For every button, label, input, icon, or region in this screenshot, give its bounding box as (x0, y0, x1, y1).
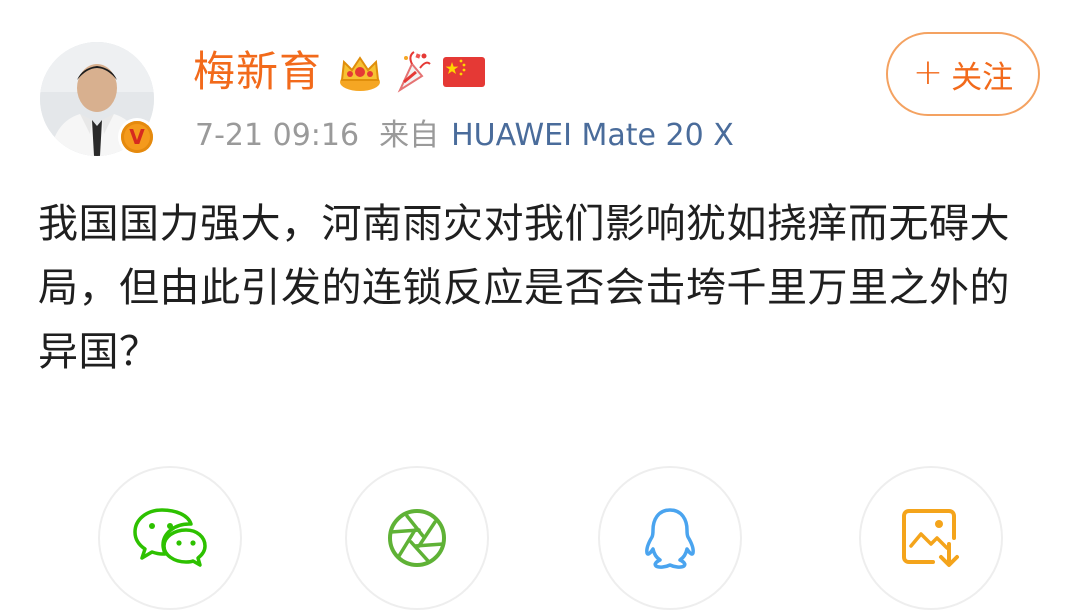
plus-icon: + (912, 51, 944, 93)
post-meta: 7-21 09:16 来自 HUAWEI Mate 20 X (195, 112, 734, 160)
verified-badge: V (118, 118, 156, 156)
source-prefix: 来自 (379, 118, 440, 153)
save-image-icon (902, 509, 959, 567)
crown-icon[interactable] (338, 52, 382, 92)
share-qq-button[interactable] (598, 466, 742, 610)
post-time: 7-21 09:16 (195, 118, 360, 153)
follow-button[interactable]: + 关注 (886, 32, 1040, 116)
source-device[interactable]: HUAWEI Mate 20 X (451, 118, 734, 153)
wechat-icon (133, 508, 207, 567)
party-popper-icon[interactable] (392, 50, 432, 94)
username[interactable]: 梅新育 (193, 42, 322, 102)
china-flag-icon[interactable] (442, 55, 486, 89)
share-save-image-button[interactable] (859, 466, 1003, 610)
post-text: 我国国力强大，河南雨灾对我们影响犹如挠痒而无碍大局，但由此引发的连锁反应是否会击… (38, 201, 1010, 375)
share-wechat-button[interactable] (98, 466, 242, 610)
follow-label: 关注 (951, 59, 1014, 96)
user-badges (338, 44, 486, 100)
verified-icon: V (121, 121, 153, 153)
moments-icon (388, 509, 446, 567)
share-moments-button[interactable] (345, 466, 489, 610)
qq-icon (645, 508, 695, 569)
